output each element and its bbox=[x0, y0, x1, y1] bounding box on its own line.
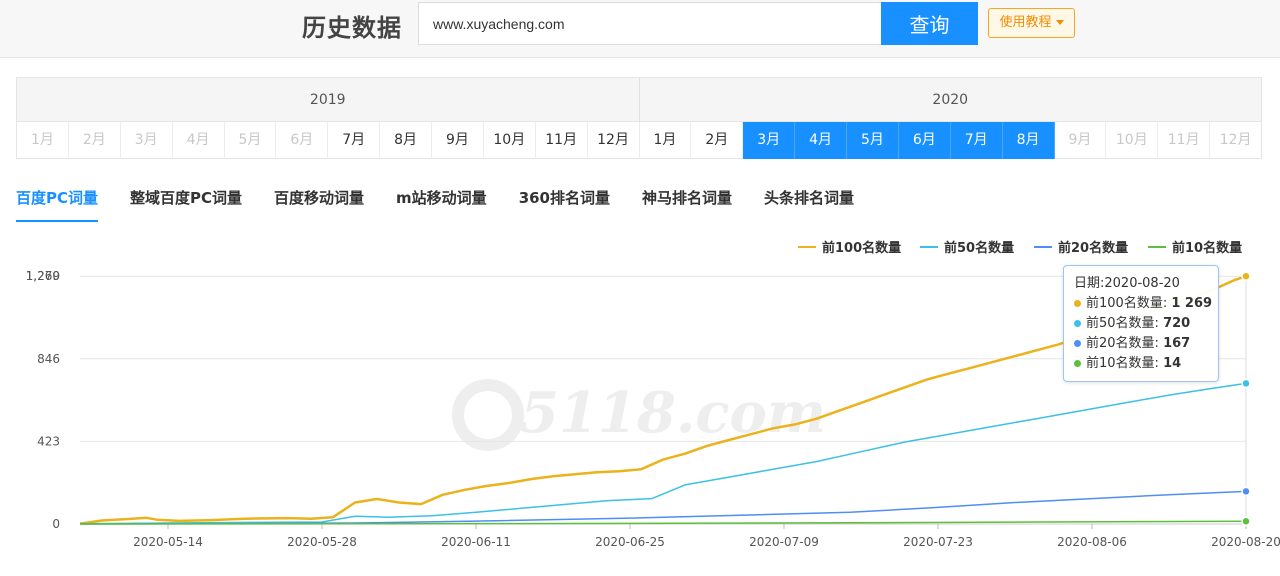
tooltip-series-label: 前20名数量: bbox=[1086, 336, 1164, 351]
y-tick-label: 846 bbox=[37, 352, 60, 366]
series-dot-icon bbox=[1074, 320, 1081, 327]
month-cell: 12月 bbox=[1219, 132, 1252, 148]
tab-item[interactable]: 神马排名词量 bbox=[642, 186, 732, 222]
month-cell: 9月 bbox=[1055, 122, 1107, 159]
tooltip-date: 日期:2020-08-20 bbox=[1074, 276, 1180, 291]
tooltip-series-label: 前100名数量: bbox=[1086, 296, 1172, 311]
legend-label: 前100名数量 bbox=[822, 240, 901, 256]
month-cell[interactable]: 8月 bbox=[380, 122, 432, 159]
month-cell[interactable]: 9月 bbox=[432, 122, 484, 159]
x-tick-label: 2020-06-11 bbox=[441, 535, 511, 549]
series-end-point bbox=[1241, 486, 1251, 497]
month-cell[interactable]: 7月 bbox=[950, 122, 1003, 159]
tutorial-label: 使用教程 bbox=[999, 15, 1052, 30]
tooltip-series-value: 720 bbox=[1163, 316, 1191, 331]
year-row: 2019 2020 bbox=[17, 78, 1261, 122]
series-end-point bbox=[1241, 271, 1251, 281]
tab-item[interactable]: 头条排名词量 bbox=[764, 186, 854, 222]
month-cell[interactable]: 11月 bbox=[536, 122, 588, 159]
y-tick-label: 0 bbox=[52, 517, 60, 531]
x-tick-label: 2020-07-23 bbox=[903, 535, 973, 549]
series-dot-icon bbox=[1074, 360, 1081, 367]
series-dot-icon bbox=[1074, 340, 1081, 347]
series-end-point bbox=[1241, 378, 1251, 389]
month-cell[interactable]: 8月 bbox=[1002, 122, 1055, 159]
month-cell: 1月 bbox=[17, 122, 69, 159]
month-cell[interactable]: 7月 bbox=[328, 122, 381, 159]
watermark-text: 5118.com bbox=[520, 380, 826, 446]
page-title: 历史数据 bbox=[302, 14, 402, 42]
tooltip-series-label: 前10名数量: bbox=[1086, 356, 1164, 371]
tooltip-row: 前100名数量: 1 269 bbox=[1074, 294, 1212, 314]
tab-item[interactable]: 360排名词量 bbox=[519, 186, 610, 222]
x-tick-label: 2020-05-28 bbox=[287, 535, 357, 549]
month-cell[interactable]: 12月 bbox=[588, 122, 640, 159]
tab-item[interactable]: m站移动词量 bbox=[396, 186, 487, 222]
caret-down-icon bbox=[1055, 20, 1064, 25]
month-cell[interactable]: 5月 bbox=[847, 122, 899, 159]
tutorial-dropdown-button[interactable]: 使用教程 bbox=[988, 8, 1075, 38]
search-bar: 历史数据 查询 使用教程 bbox=[0, 0, 1280, 58]
month-cell[interactable]: 2月 bbox=[691, 122, 744, 159]
legend-label: 前10名数量 bbox=[1172, 240, 1242, 256]
tooltip-series-label: 前50名数量: bbox=[1086, 316, 1164, 331]
tab-item[interactable]: 百度移动词量 bbox=[274, 186, 364, 222]
month-cell[interactable]: 3月 bbox=[743, 122, 796, 159]
x-tick-label: 2020-07-09 bbox=[749, 535, 819, 549]
legend-label: 前20名数量 bbox=[1058, 240, 1128, 256]
month-cell[interactable]: 10月 bbox=[484, 122, 536, 159]
tooltip-series-value: 14 bbox=[1163, 356, 1182, 371]
month-cell: 3月 bbox=[121, 122, 173, 159]
month-cell: 10月 bbox=[1106, 122, 1159, 159]
month-selector: 2019 2020 1月 2月 3月 4月 5月 6月 7月 8月 9月 10月 11月 12月 1月 2… bbox=[16, 77, 1262, 159]
engine-tabs: 百度PC词量 整域百度PC词量 百度移动词量 m站移动词量 360排名词量 神马排名词量头… bbox=[16, 186, 886, 222]
month-cell: 5月 bbox=[225, 122, 277, 159]
tooltip-series-value: 1 269 bbox=[1171, 296, 1213, 311]
chart-tooltip: 日期:2020-08-20 前100名数量: 1 269 前50名数量: 720 前… bbox=[1063, 265, 1219, 382]
tab-item[interactable]: 整域百度PC词量 bbox=[130, 186, 242, 222]
tooltip-row: 前10名数量: 14 bbox=[1074, 354, 1208, 374]
x-tick-label: 2020-08-20 bbox=[1211, 535, 1280, 549]
tooltip-row: 前50名数量: 720 bbox=[1074, 314, 1208, 334]
month-cell: 11月 bbox=[1158, 122, 1211, 159]
y-tick-label: 423 bbox=[37, 434, 60, 448]
watermark-logo-icon bbox=[452, 379, 524, 451]
x-tick-label: 2020-08-06 bbox=[1057, 535, 1127, 549]
tab-item[interactable]: 百度PC词量 bbox=[16, 186, 99, 222]
month-cell: 4月 bbox=[173, 122, 225, 159]
legend-label: 前50名数量 bbox=[944, 240, 1014, 256]
x-tick-label: 2020-05-14 bbox=[133, 535, 203, 549]
x-tick-label: 2020-06-25 bbox=[595, 535, 665, 549]
tooltip-row: 前20名数量: 167 bbox=[1074, 334, 1208, 354]
year-2020: 2020 bbox=[638, 78, 1262, 121]
query-button[interactable]: 查询 bbox=[881, 2, 978, 45]
month-cell: 2月 bbox=[69, 122, 121, 159]
history-data-page: 历史数据 查询 使用教程 2019 2020 1月2月3月4月5月6月7月8月9… bbox=[0, 0, 1280, 576]
month-row: 1月 2月 3月 4月 5月 6月 7月 8月 9月 10月 11月 12月 1月 2月 3月 4月 5月 6月 7… bbox=[17, 122, 1261, 159]
year-2019: 2019 bbox=[309, 92, 346, 108]
month-cell[interactable]: 6月 bbox=[898, 122, 951, 159]
tooltip-series-value: 167 bbox=[1163, 336, 1191, 351]
y-tick-label: 1,270 bbox=[26, 269, 60, 283]
month-cell[interactable]: 1月 bbox=[640, 122, 692, 159]
month-cell[interactable]: 4月 bbox=[795, 122, 847, 159]
domain-search-input[interactable] bbox=[418, 2, 882, 45]
series-dot-icon bbox=[1074, 300, 1081, 307]
month-cell: 6月 bbox=[276, 122, 329, 159]
series-end-point bbox=[1241, 516, 1251, 527]
